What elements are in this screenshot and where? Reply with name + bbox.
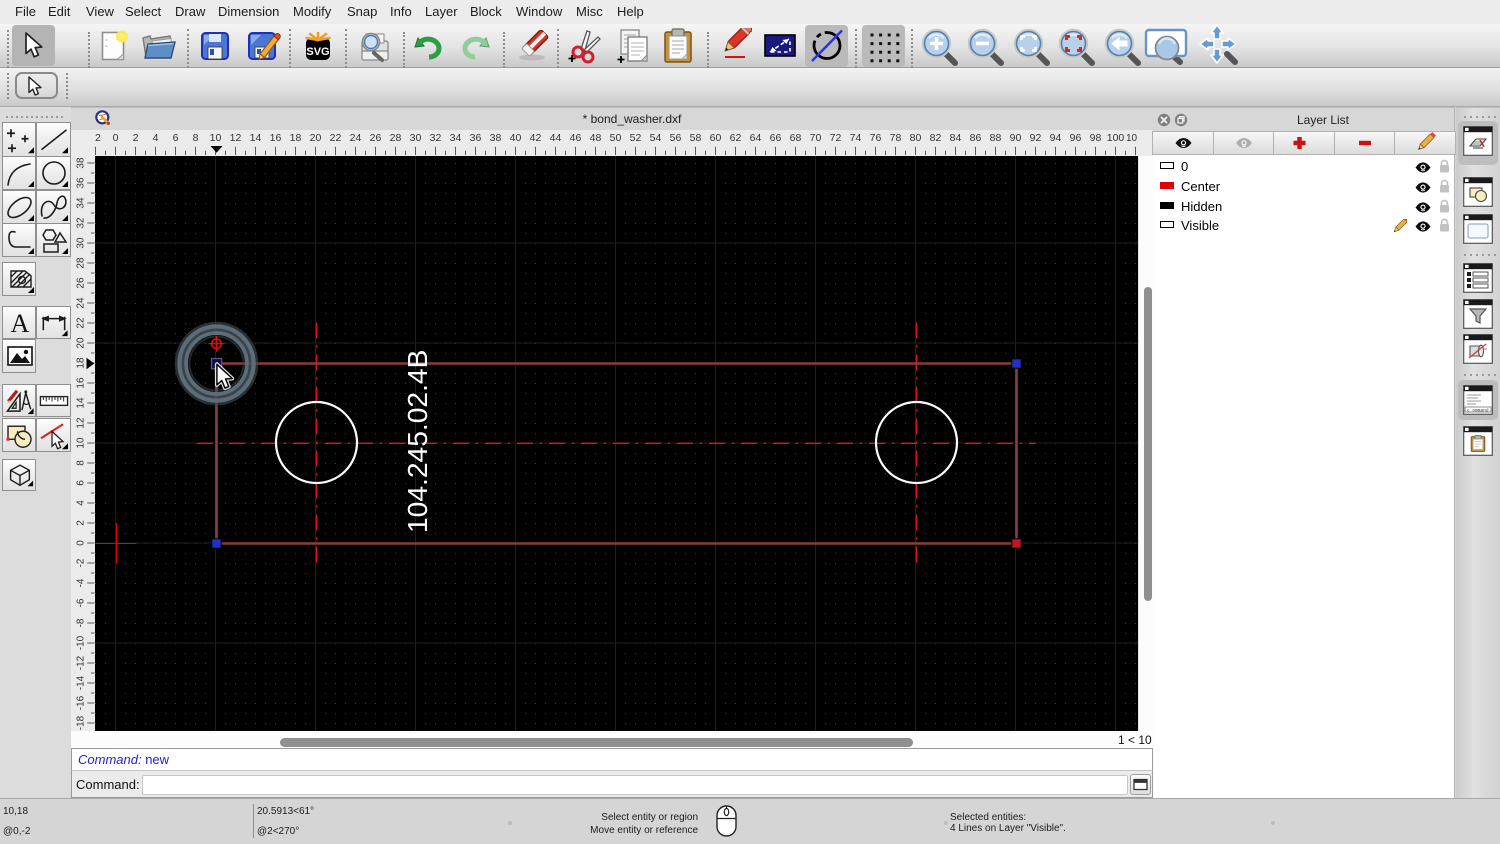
svg-text:-18: -18 [76, 715, 87, 730]
svg-text:42: 42 [530, 132, 542, 144]
svg-text:44: 44 [550, 132, 562, 144]
svg-text:16: 16 [76, 377, 87, 389]
svg-text:0: 0 [113, 132, 119, 144]
svg-text:24: 24 [76, 297, 87, 309]
svg-text:64: 64 [750, 132, 762, 144]
svg-text:4: 4 [153, 132, 159, 144]
svg-text:20: 20 [310, 132, 322, 144]
svg-text:2: 2 [76, 520, 87, 526]
svg-text:66: 66 [770, 132, 782, 144]
svg-text:48: 48 [590, 132, 602, 144]
svg-text:38: 38 [76, 157, 87, 169]
svg-text:32: 32 [76, 217, 87, 229]
svg-text:60: 60 [710, 132, 722, 144]
svg-text:10: 10 [76, 437, 87, 449]
svg-text:28: 28 [76, 257, 87, 269]
svg-text:88: 88 [990, 132, 1002, 144]
svg-text:-4: -4 [76, 578, 87, 587]
svg-text:22: 22 [330, 132, 342, 144]
svg-text:-12: -12 [76, 655, 87, 670]
svg-text:104.245.02.4B: 104.245.02.4B [401, 350, 433, 533]
svg-text:4: 4 [76, 500, 87, 506]
svg-text:6: 6 [76, 480, 87, 486]
svg-text:30: 30 [410, 132, 422, 144]
svg-text:78: 78 [890, 132, 902, 144]
svg-text:-8: -8 [76, 618, 87, 627]
svg-text:-10: -10 [76, 635, 87, 650]
svg-text:0: 0 [76, 540, 87, 546]
svg-text:10: 10 [210, 132, 222, 144]
svg-text:96: 96 [1070, 132, 1082, 144]
svg-text:36: 36 [470, 132, 482, 144]
svg-text:32: 32 [430, 132, 442, 144]
svg-text:92: 92 [1030, 132, 1042, 144]
svg-text:40: 40 [510, 132, 522, 144]
svg-text:22: 22 [76, 317, 87, 329]
svg-text:34: 34 [76, 197, 87, 209]
svg-text:24: 24 [350, 132, 362, 144]
svg-text:54: 54 [650, 132, 662, 144]
svg-text:-14: -14 [76, 675, 87, 690]
svg-text:46: 46 [570, 132, 582, 144]
svg-text:80: 80 [910, 132, 922, 144]
svg-text:14: 14 [76, 397, 87, 409]
svg-text:2: 2 [95, 132, 101, 144]
svg-text:20: 20 [76, 337, 87, 349]
svg-text:34: 34 [450, 132, 462, 144]
svg-text:90: 90 [1010, 132, 1022, 144]
svg-text:18: 18 [76, 357, 87, 369]
svg-text:26: 26 [370, 132, 382, 144]
svg-text:56: 56 [670, 132, 682, 144]
svg-text:-16: -16 [76, 695, 87, 710]
svg-text:12: 12 [230, 132, 242, 144]
svg-text:62: 62 [730, 132, 742, 144]
svg-text:74: 74 [850, 132, 862, 144]
svg-text:38: 38 [490, 132, 502, 144]
svg-text:94: 94 [1050, 132, 1062, 144]
svg-text:10: 10 [1126, 133, 1138, 144]
svg-text:2: 2 [133, 132, 139, 144]
svg-text:52: 52 [630, 132, 642, 144]
svg-text:A: A [10, 309, 29, 338]
svg-text:28: 28 [390, 132, 402, 144]
svg-text:c ommand: c ommand [1467, 408, 1489, 414]
svg-text:6: 6 [173, 132, 179, 144]
svg-text:30: 30 [76, 237, 87, 249]
svg-text:18: 18 [290, 132, 302, 144]
svg-text:8: 8 [193, 132, 199, 144]
svg-text:12: 12 [76, 417, 87, 429]
svg-text:-6: -6 [76, 598, 87, 607]
svg-text:36: 36 [76, 177, 87, 189]
svg-text:70: 70 [810, 132, 822, 144]
svg-text:100: 100 [1107, 132, 1125, 144]
svg-text:68: 68 [790, 132, 802, 144]
svg-text:16: 16 [270, 132, 282, 144]
svg-text:86: 86 [970, 132, 982, 144]
svg-text:82: 82 [930, 132, 942, 144]
svg-text:26: 26 [76, 277, 87, 289]
svg-text:76: 76 [870, 132, 882, 144]
svg-text:SVG: SVG [306, 46, 329, 58]
svg-text:72: 72 [830, 132, 842, 144]
svg-text:50: 50 [610, 132, 622, 144]
svg-text:-2: -2 [76, 558, 87, 567]
svg-text:14: 14 [250, 132, 262, 144]
svg-text:58: 58 [690, 132, 702, 144]
svg-text:98: 98 [1090, 132, 1102, 144]
svg-text:8: 8 [76, 460, 87, 466]
svg-text:84: 84 [950, 132, 962, 144]
